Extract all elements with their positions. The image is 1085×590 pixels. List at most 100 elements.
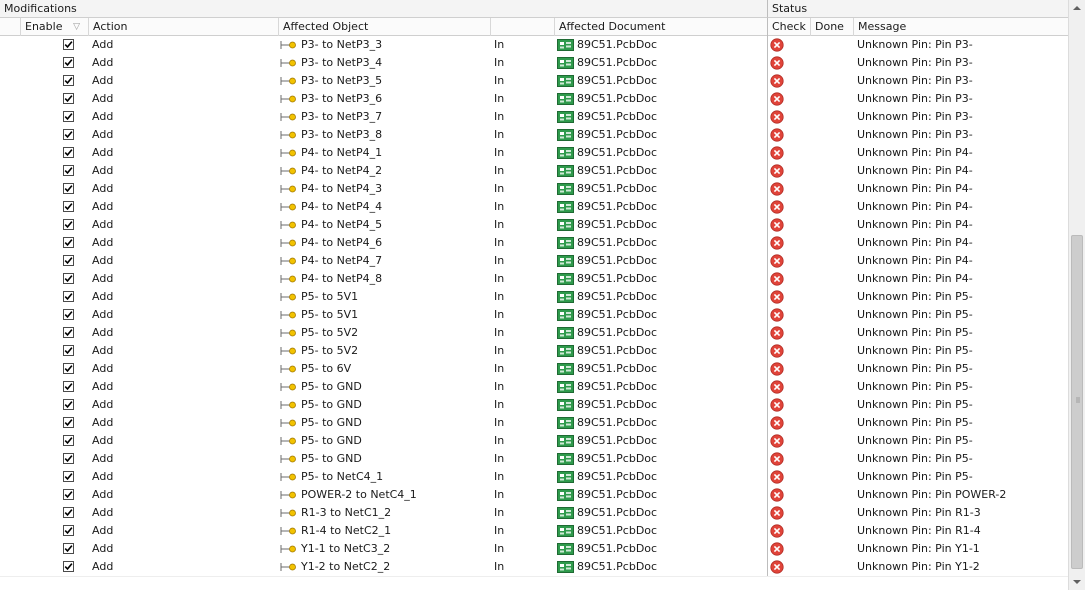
enable-checkbox[interactable]	[63, 507, 74, 518]
column-header-action[interactable]: Action	[88, 18, 278, 36]
enable-checkbox[interactable]	[63, 291, 74, 302]
enable-checkbox[interactable]	[63, 381, 74, 392]
enable-checkbox[interactable]	[63, 57, 74, 68]
table-row[interactable]: Add P5- to NetC4_1 In 89C51.PcbDoc Unkno…	[0, 468, 1068, 486]
table-row[interactable]: Add Y1-1 to NetC3_2 In 89C51.PcbDoc Unkn…	[0, 540, 1068, 558]
enable-checkbox[interactable]	[63, 525, 74, 536]
table-row[interactable]: Add R1-3 to NetC1_2 In 89C51.PcbDoc Unkn…	[0, 504, 1068, 522]
affected-document-cell: 89C51.PcbDoc	[577, 236, 658, 249]
enable-checkbox[interactable]	[63, 561, 74, 572]
table-row[interactable]: Add P5- to GND In 89C51.PcbDoc Unknown P…	[0, 432, 1068, 450]
enable-checkbox[interactable]	[63, 183, 74, 194]
column-header-done[interactable]: Done	[810, 18, 853, 36]
table-row[interactable]: Add P5- to GND In 89C51.PcbDoc Unknown P…	[0, 378, 1068, 396]
table-row[interactable]: Add P4- to NetP4_4 In 89C51.PcbDoc Unkno…	[0, 198, 1068, 216]
affected-object-cell: P3- to NetP3_5	[301, 74, 383, 87]
direction-cell: In	[494, 362, 505, 375]
table-row[interactable]: Add P5- to GND In 89C51.PcbDoc Unknown P…	[0, 414, 1068, 432]
done-cell	[814, 252, 852, 270]
vertical-scrollbar[interactable]	[1068, 0, 1085, 590]
table-row[interactable]: Add P5- to GND In 89C51.PcbDoc Unknown P…	[0, 396, 1068, 414]
message-cell: Unknown Pin: Pin P5-	[857, 470, 973, 483]
enable-checkbox[interactable]	[63, 417, 74, 428]
enable-checkbox[interactable]	[63, 147, 74, 158]
column-header-affected-object[interactable]: Affected Object	[278, 18, 490, 36]
column-header-check[interactable]: Check	[767, 18, 810, 36]
enable-checkbox[interactable]	[63, 255, 74, 266]
checkmark-icon	[64, 419, 73, 427]
column-header-affected-document[interactable]: Affected Document	[554, 18, 767, 36]
error-icon	[770, 56, 784, 70]
net-connection-icon	[280, 77, 296, 85]
direction-cell: In	[494, 344, 505, 357]
table-row[interactable]: Add P3- to NetP3_8 In 89C51.PcbDoc Unkno…	[0, 126, 1068, 144]
enable-checkbox[interactable]	[63, 201, 74, 212]
enable-checkbox[interactable]	[63, 363, 74, 374]
table-row[interactable]: Add P4- to NetP4_6 In 89C51.PcbDoc Unkno…	[0, 234, 1068, 252]
table-row[interactable]: Add P4- to NetP4_2 In 89C51.PcbDoc Unkno…	[0, 162, 1068, 180]
table-row[interactable]: Add P5- to 5V2 In 89C51.PcbDoc Unknown P…	[0, 324, 1068, 342]
table-row[interactable]: Add P5- to 5V1 In 89C51.PcbDoc Unknown P…	[0, 288, 1068, 306]
affected-object-cell: P5- to GND	[301, 398, 362, 411]
table-row[interactable]: Add P4- to NetP4_7 In 89C51.PcbDoc Unkno…	[0, 252, 1068, 270]
table-row[interactable]: Add P3- to NetP3_6 In 89C51.PcbDoc Unkno…	[0, 90, 1068, 108]
table-row[interactable]: Add POWER-2 to NetC4_1 In 89C51.PcbDoc U…	[0, 486, 1068, 504]
column-header-message[interactable]: Message	[853, 18, 1068, 36]
table-row[interactable]: Add P4- to NetP4_8 In 89C51.PcbDoc Unkno…	[0, 270, 1068, 288]
enable-checkbox[interactable]	[63, 273, 74, 284]
affected-document-cell: 89C51.PcbDoc	[577, 128, 658, 141]
enable-checkbox[interactable]	[63, 435, 74, 446]
enable-checkbox[interactable]	[63, 165, 74, 176]
affected-document-cell: 89C51.PcbDoc	[577, 110, 658, 123]
table-row[interactable]: Add P3- to NetP3_4 In 89C51.PcbDoc Unkno…	[0, 54, 1068, 72]
net-connection-icon	[280, 59, 296, 67]
table-row[interactable]: Add P5- to 5V2 In 89C51.PcbDoc Unknown P…	[0, 342, 1068, 360]
table-row[interactable]: Add P3- to NetP3_5 In 89C51.PcbDoc Unkno…	[0, 72, 1068, 90]
enable-checkbox[interactable]	[63, 489, 74, 500]
enable-checkbox[interactable]	[63, 75, 74, 86]
enable-checkbox[interactable]	[63, 93, 74, 104]
enable-checkbox[interactable]	[63, 39, 74, 50]
column-header-direction[interactable]	[490, 18, 554, 36]
enable-checkbox[interactable]	[63, 543, 74, 554]
enable-checkbox[interactable]	[63, 327, 74, 338]
pcb-document-icon	[557, 327, 574, 339]
enable-checkbox[interactable]	[63, 453, 74, 464]
direction-cell: In	[494, 254, 505, 267]
net-connection-icon	[280, 257, 296, 265]
scroll-up-button[interactable]	[1069, 0, 1085, 17]
table-row[interactable]: Add P3- to NetP3_3 In 89C51.PcbDoc Unkno…	[0, 36, 1068, 54]
column-header-enable[interactable]: Enable ▽	[20, 18, 88, 36]
enable-checkbox[interactable]	[63, 111, 74, 122]
message-cell: Unknown Pin: Pin P4-	[857, 146, 973, 159]
message-cell: Unknown Pin: Pin P4-	[857, 218, 973, 231]
done-cell	[814, 72, 852, 90]
table-row[interactable]: Add R1-4 to NetC2_1 In 89C51.PcbDoc Unkn…	[0, 522, 1068, 540]
table-row[interactable]: Add P4- to NetP4_3 In 89C51.PcbDoc Unkno…	[0, 180, 1068, 198]
affected-object-cell: P3- to NetP3_6	[301, 92, 383, 105]
column-header-row: Enable ▽ Action Affected Object Affected…	[0, 18, 1068, 36]
scroll-thumb[interactable]	[1071, 235, 1083, 569]
enable-checkbox[interactable]	[63, 471, 74, 482]
table-row[interactable]: Add P5- to GND In 89C51.PcbDoc Unknown P…	[0, 450, 1068, 468]
enable-checkbox[interactable]	[63, 345, 74, 356]
scroll-down-button[interactable]	[1069, 573, 1085, 590]
error-icon	[770, 488, 784, 502]
table-row[interactable]: Add P3- to NetP3_7 In 89C51.PcbDoc Unkno…	[0, 108, 1068, 126]
direction-cell: In	[494, 560, 505, 573]
table-row[interactable]: Add P5- to 5V1 In 89C51.PcbDoc Unknown P…	[0, 306, 1068, 324]
affected-document-cell: 89C51.PcbDoc	[577, 416, 658, 429]
checkmark-icon	[64, 203, 73, 211]
checkmark-icon	[64, 113, 73, 121]
done-cell	[814, 126, 852, 144]
enable-checkbox[interactable]	[63, 309, 74, 320]
table-row[interactable]: Add Y1-2 to NetC2_2 In 89C51.PcbDoc Unkn…	[0, 558, 1068, 576]
enable-checkbox[interactable]	[63, 237, 74, 248]
enable-checkbox[interactable]	[63, 129, 74, 140]
action-cell: Add	[92, 200, 114, 213]
table-row[interactable]: Add P5- to 6V In 89C51.PcbDoc Unknown Pi…	[0, 360, 1068, 378]
enable-checkbox[interactable]	[63, 399, 74, 410]
enable-checkbox[interactable]	[63, 219, 74, 230]
table-row[interactable]: Add P4- to NetP4_1 In 89C51.PcbDoc Unkno…	[0, 144, 1068, 162]
table-row[interactable]: Add P4- to NetP4_5 In 89C51.PcbDoc Unkno…	[0, 216, 1068, 234]
